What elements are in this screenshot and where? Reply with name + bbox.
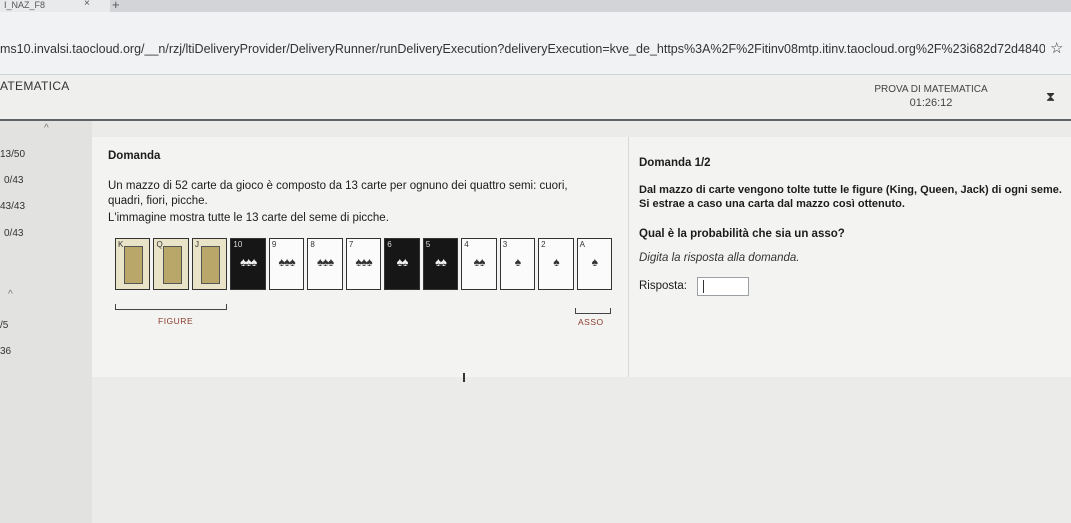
figure-bracket (115, 304, 227, 316)
card-nine: 9 ♠♠♠ (268, 238, 305, 290)
question-number: Domanda 1/2 (639, 157, 711, 169)
sidebar-item-section-3[interactable]: 43/43 (0, 201, 25, 212)
bookmark-star-icon[interactable]: ☆ (1050, 39, 1063, 57)
new-tab-button[interactable]: + (112, 0, 120, 12)
browser-tab-bar: I_NAZ_F8 × + (0, 0, 1071, 12)
ace-label: ASSO (578, 317, 604, 327)
spade-cards-image: K Q J 10 ♠♠♠ 9 ♠♠♠ 8 ♠♠♠ 7 ♠♠♠ 6 ♠♠ 5 ♠♠ 4 ♠♠ 3… (115, 238, 613, 290)
url-field[interactable]: ms10.invalsi.taocloud.org/__n/rzj/ltiDel… (0, 42, 1045, 56)
card-ace: A ♠ (576, 238, 613, 290)
hourglass-icon: ⧗ (1046, 89, 1056, 104)
stimulus-text-line-2: quadri, fiori, picche. (108, 195, 208, 207)
answer-label: Risposta: (639, 280, 687, 292)
answer-text-line-1: Dal mazzo di carte vengono tolte tutte l… (639, 184, 1062, 196)
test-header: ATEMATICA PROVA DI MATEMATICA 01:26:12 ⧗ (0, 75, 1071, 121)
card-five: 5 ♠♠ (422, 238, 459, 290)
countdown-timer: 01:26:12 (909, 97, 953, 109)
stimulus-heading: Domanda (108, 150, 161, 162)
chevron-up-icon[interactable]: ^ (8, 289, 13, 300)
card-six: 6 ♠♠ (384, 238, 420, 290)
navigation-sidebar: ^ 13/50 0/43 43/43 0/43 ^ /5 36 (0, 121, 92, 523)
mouse-pointer (463, 373, 465, 382)
figure-label: FIGURE (158, 316, 194, 326)
card-eight: 8 ♠♠♠ (307, 238, 343, 290)
sidebar-item-section-4[interactable]: 0/43 (4, 228, 23, 239)
card-seven: 7 ♠♠♠ (345, 238, 382, 290)
card-four: 4 ♠♠ (461, 238, 497, 290)
test-title: PROVA DI MATEMATICA (874, 84, 988, 95)
sidebar-item-section-5[interactable]: /5 (0, 320, 8, 331)
card-two: 2 ♠ (538, 238, 574, 290)
card-jack: J (191, 238, 228, 290)
card-three: 3 ♠ (499, 238, 536, 290)
stimulus-text-line-1: Un mazzo di 52 carte da gioco è composto… (108, 180, 568, 192)
sidebar-item-section-6[interactable]: 36 (0, 346, 11, 357)
sidebar-item-section-2[interactable]: 0/43 (4, 175, 23, 186)
instruction-text: Digita la risposta alla domanda. (639, 252, 800, 264)
address-bar: ms10.invalsi.taocloud.org/__n/rzj/ltiDel… (0, 12, 1071, 75)
browser-tab[interactable]: I_NAZ_F8 × (0, 0, 110, 12)
question-prompt: Qual è la probabilità che sia un asso? (639, 228, 845, 240)
tab-title: I_NAZ_F8 (4, 0, 46, 10)
answer-text-line-2: Si estrae a caso una carta dal mazzo cos… (639, 198, 905, 210)
sidebar-item-section-1[interactable]: 13/50 (0, 149, 25, 160)
text-cursor (703, 280, 704, 293)
stimulus-text-line-3: L'immagine mostra tutte le 13 carte del … (108, 212, 389, 224)
close-icon[interactable]: × (84, 0, 90, 9)
chevron-up-icon[interactable]: ^ (44, 123, 49, 134)
card-ten: 10 ♠♠♠ (230, 238, 266, 290)
answer-input[interactable] (697, 277, 749, 296)
subject-title: ATEMATICA (0, 79, 70, 93)
card-queen: Q (153, 238, 189, 290)
card-king: K (115, 238, 151, 290)
